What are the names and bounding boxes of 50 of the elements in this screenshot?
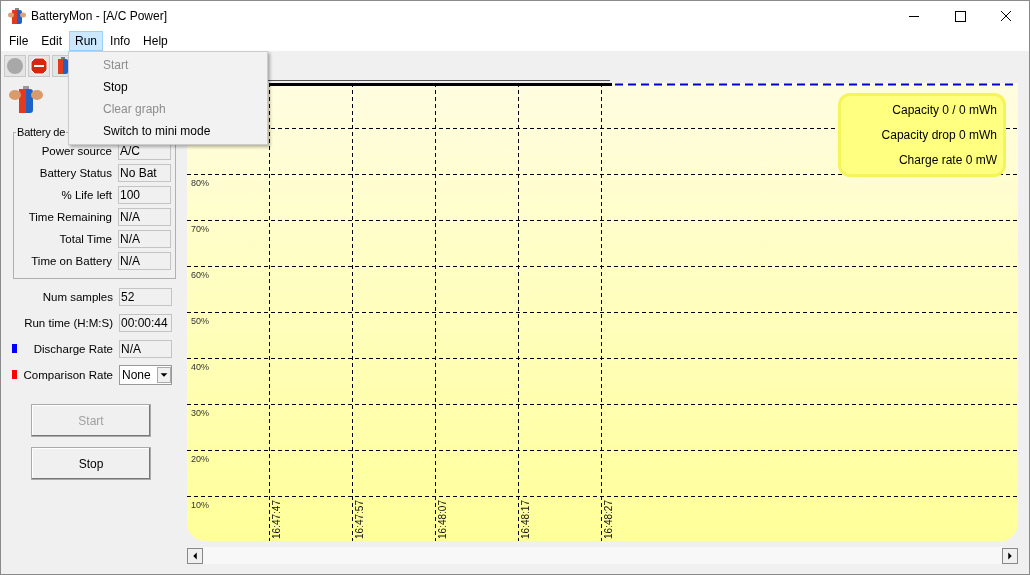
value-field: N/A <box>118 230 171 248</box>
field-label: % Life left <box>61 189 112 201</box>
axis-label: 30% <box>191 408 209 418</box>
group-title: Battery de <box>16 126 67 138</box>
value-field: No Bat <box>118 164 171 182</box>
menu-item[interactable]: Help <box>137 31 174 51</box>
time-label: 16:48:07 <box>437 500 448 539</box>
field-label: Discharge Rate <box>33 342 113 355</box>
field-label: Run time (H:M:S) <box>24 316 113 329</box>
scroll-right-icon[interactable] <box>1002 547 1018 564</box>
field-label: Num samples <box>42 290 113 303</box>
value-field: 52 <box>119 287 172 306</box>
field-label: Total Time <box>59 233 112 245</box>
time-label: 16:48:27 <box>603 500 614 539</box>
stop-button[interactable]: Stop <box>31 447 151 480</box>
comparison-dropdown[interactable]: None <box>119 364 172 385</box>
time-label: 16:47:47 <box>271 500 282 539</box>
menu-item[interactable]: Info <box>104 31 137 51</box>
axis-label: 50% <box>191 316 209 326</box>
stop-sign-icon[interactable] <box>28 55 50 77</box>
field-label: Battery Status <box>39 167 112 179</box>
field-label: Time on Battery <box>31 255 112 267</box>
info-text: Capacity 0 / 0 mWh <box>892 103 997 118</box>
time-label: 16:47:57 <box>354 500 365 539</box>
info-text: Capacity drop 0 mWh <box>881 128 997 142</box>
caret-icon[interactable] <box>157 366 171 383</box>
value-field: 00:00:44 <box>119 313 172 332</box>
axis-label: 80% <box>191 178 209 188</box>
scroll-left-icon[interactable] <box>187 547 203 564</box>
value-field: N/A <box>118 208 171 226</box>
field-label: Power source <box>41 145 112 157</box>
field-label: Comparison Rate <box>23 368 113 381</box>
battery-icon <box>8 7 26 25</box>
menu-option[interactable]: Stop <box>69 76 267 98</box>
window-title: BatteryMon - [A/C Power] <box>31 9 169 23</box>
info-text: Charge rate 0 mW <box>898 152 997 167</box>
value-field: 100 <box>118 186 171 204</box>
axis-label: 60% <box>191 270 209 280</box>
axis-label: 20% <box>191 454 209 464</box>
time-label: 16:48:17 <box>520 500 531 539</box>
field-label: Time Remaining <box>28 211 112 223</box>
menu-item[interactable]: Run <box>69 31 104 51</box>
menu-item[interactable]: File <box>3 31 35 51</box>
value-field: N/A <box>118 252 171 270</box>
value-field: N/A <box>119 339 172 358</box>
axis-label: 70% <box>191 224 209 234</box>
axis-label: 40% <box>191 362 209 372</box>
axis-label: 10% <box>191 500 209 510</box>
menu-item[interactable]: Edit <box>35 31 69 51</box>
menu-option[interactable]: Switch to mini mode <box>69 120 267 142</box>
